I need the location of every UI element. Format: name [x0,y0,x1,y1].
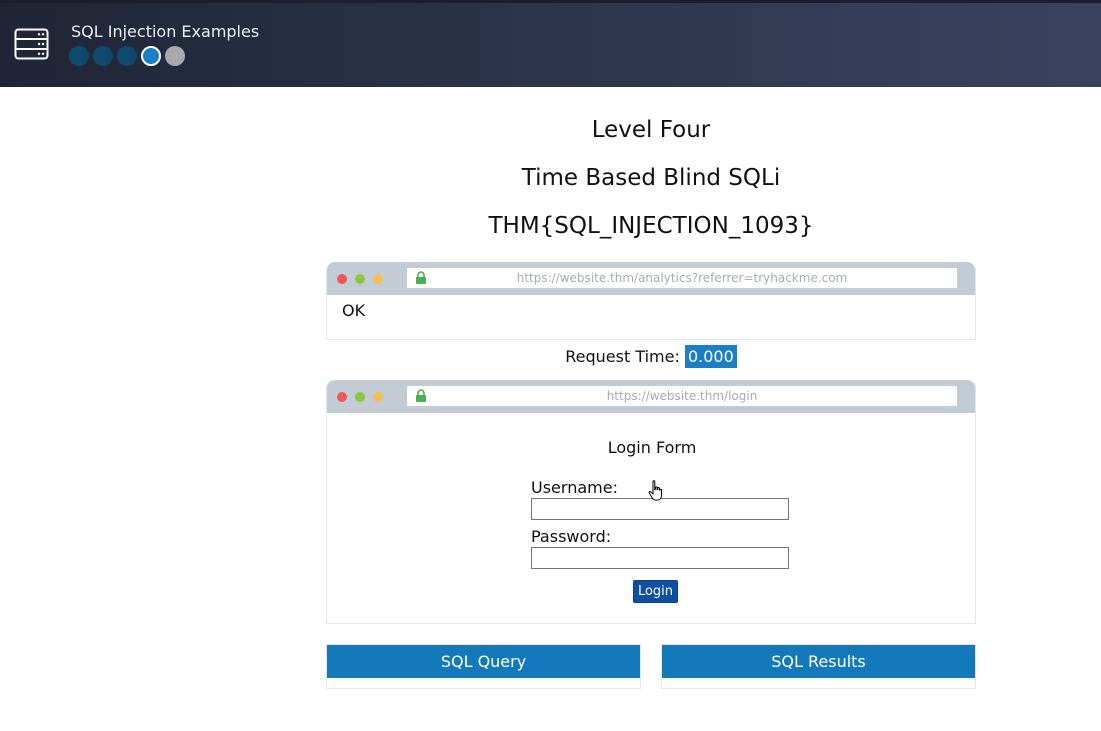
browser-toolbar: https://website.thm/login [327,380,975,413]
progress-dot-3[interactable] [117,46,137,66]
app-header: SQL Injection Examples [0,3,1101,87]
address-url: https://website.thm/login [606,389,758,403]
level-progress [69,46,185,66]
lock-icon [416,389,426,402]
request-time-value: 0.000 [684,345,737,368]
request-time-row: Request Time: 0.000 [326,345,976,368]
response-body: OK [342,301,366,320]
maximize-dot-icon [373,274,383,284]
progress-dot-5[interactable] [165,46,185,66]
progress-dot-2[interactable] [93,46,113,66]
login-form-title: Login Form [607,438,697,457]
close-dot-icon [337,392,347,402]
username-label: Username: [531,478,618,497]
password-input[interactable] [531,547,789,569]
password-label: Password: [531,527,612,546]
hand-cursor-icon [648,480,662,501]
server-icon [14,28,49,60]
flag-text: THM{SQL_INJECTION_1093} [488,213,814,239]
lock-icon [416,271,426,284]
sql-results-panel: SQL Results [661,644,976,689]
login-button[interactable]: Login [633,580,678,603]
sql-results-title: SQL Results [662,645,975,678]
minimize-dot-icon [355,392,365,402]
address-bar: https://website.thm/analytics?referrer=t… [407,268,957,288]
level-subtitle: Time Based Blind SQLi [521,165,781,191]
maximize-dot-icon [373,392,383,402]
sql-query-panel: SQL Query [326,644,641,689]
request-time-label: Request Time: [565,347,680,366]
analytics-browser-window: https://website.thm/analytics?referrer=t… [326,262,976,340]
progress-dot-1[interactable] [69,46,89,66]
minimize-dot-icon [355,274,365,284]
address-bar: https://website.thm/login [407,386,957,406]
app-title: SQL Injection Examples [71,22,260,41]
close-dot-icon [337,274,347,284]
browser-toolbar: https://website.thm/analytics?referrer=t… [327,262,975,295]
level-heading: Level Four [591,117,711,143]
address-url: https://website.thm/analytics?referrer=t… [516,271,848,285]
sql-query-title: SQL Query [327,645,640,678]
progress-dot-4-current[interactable] [141,46,161,66]
